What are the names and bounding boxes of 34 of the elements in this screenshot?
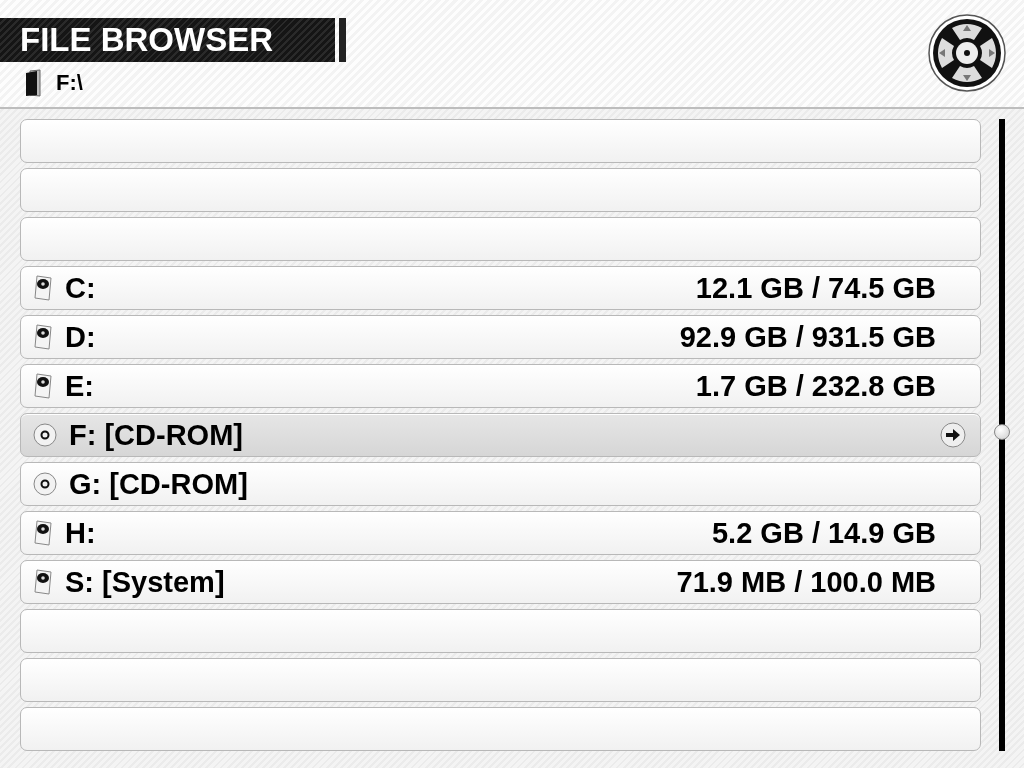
drive-row[interactable]: E: 1.7 GB / 232.8 GB	[20, 364, 981, 408]
disc-icon	[33, 472, 57, 496]
folder-icon	[24, 69, 44, 97]
drive-name: H:	[65, 516, 96, 550]
arrow-right-icon[interactable]	[940, 422, 966, 448]
drive-name: C:	[65, 271, 96, 305]
drive-row[interactable]: F: [CD-ROM]	[20, 413, 981, 457]
window-title: FILE BROWSER	[0, 18, 335, 62]
drive-name: D:	[65, 320, 96, 354]
hard-drive-icon	[33, 275, 53, 301]
drive-name: F: [CD-ROM]	[69, 418, 243, 452]
hard-drive-icon	[33, 569, 53, 595]
drive-row[interactable]: C: 12.1 GB / 74.5 GB	[20, 266, 981, 310]
drive-row[interactable]: G: [CD-ROM]	[20, 462, 981, 506]
drive-usage: 5.2 GB / 14.9 GB	[711, 516, 936, 550]
drive-row[interactable]: S: [System] 71.9 MB / 100.0 MB	[20, 560, 981, 604]
hard-drive-icon	[33, 373, 53, 399]
drive-usage: 1.7 GB / 232.8 GB	[695, 369, 936, 403]
dpad-icon	[928, 14, 1006, 92]
drive-row[interactable]: D: 92.9 GB / 931.5 GB	[20, 315, 981, 359]
drive-name: S: [System]	[65, 565, 225, 599]
hard-drive-icon	[33, 520, 53, 546]
drive-name: E:	[65, 369, 94, 403]
scrollbar[interactable]	[994, 119, 1010, 751]
current-path: F:\	[56, 70, 83, 96]
drive-row[interactable]: H: 5.2 GB / 14.9 GB	[20, 511, 981, 555]
disc-icon	[33, 423, 57, 447]
drive-name: G: [CD-ROM]	[69, 467, 248, 501]
drive-usage: 71.9 MB / 100.0 MB	[676, 565, 936, 599]
title-accent-bar	[339, 18, 346, 62]
scrollbar-thumb[interactable]	[994, 424, 1010, 440]
drive-usage: 92.9 GB / 931.5 GB	[679, 320, 936, 354]
drive-usage: 12.1 GB / 74.5 GB	[695, 271, 936, 305]
hard-drive-icon	[33, 324, 53, 350]
